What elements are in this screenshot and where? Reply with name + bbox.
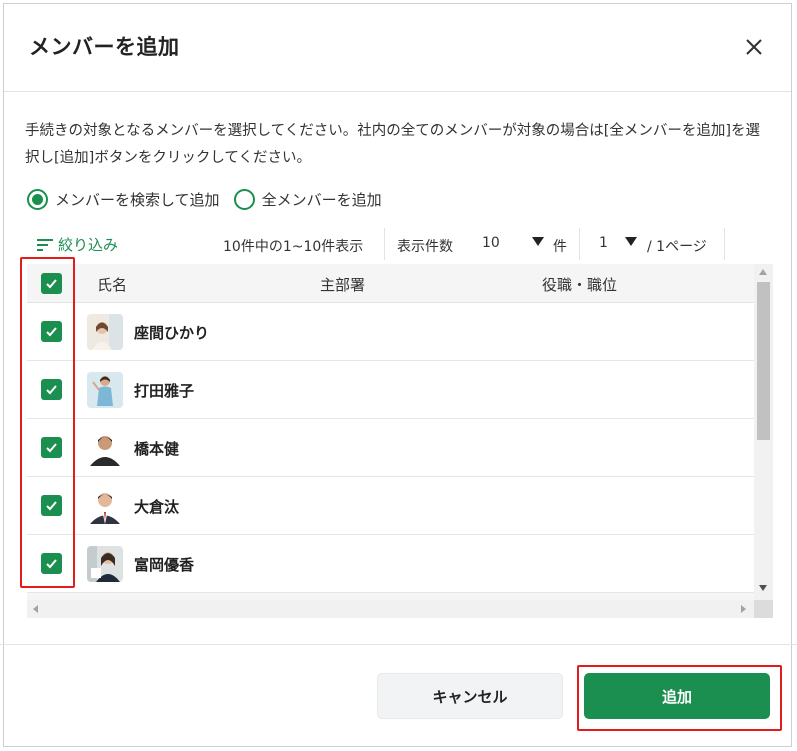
per-page-label: 表示件数 (397, 239, 453, 255)
divider (384, 228, 385, 260)
vertical-scrollbar-thumb[interactable] (757, 282, 770, 440)
filter-lines-icon (37, 238, 53, 251)
table-toolbar: 絞り込み 10件中の1~10件表示 表示件数 10 件 1 / 1ページ (27, 228, 773, 262)
radio-all-members-label: 全メンバーを追加 (261, 190, 382, 209)
avatar (87, 314, 123, 350)
per-page-select[interactable]: 10 (482, 235, 500, 251)
member-name[interactable]: 大倉汰 (134, 496, 179, 517)
filter-label[interactable]: 絞り込み (58, 234, 118, 255)
table-row[interactable]: 打田雅子 (27, 361, 754, 419)
table-header: 氏名 主部署 役職・職位 (27, 264, 754, 303)
cancel-button[interactable]: キャンセル (377, 673, 563, 719)
column-header-name[interactable]: 氏名 (97, 274, 127, 295)
avatar (87, 488, 123, 524)
dialog-description: 手続きの対象となるメンバーを選択してください。社内の全てのメンバーが対象の場合は… (25, 123, 761, 166)
radio-search-members[interactable]: メンバーを検索して追加 (27, 188, 220, 210)
table-row[interactable]: 大倉汰 (27, 477, 754, 535)
radio-unchecked-icon[interactable] (233, 188, 255, 210)
radio-all-members[interactable]: 全メンバーを追加 (233, 188, 382, 210)
add-mode-radio-group: メンバーを検索して追加 全メンバーを追加 (27, 186, 396, 212)
avatar (87, 546, 123, 582)
divider (579, 228, 580, 260)
check-icon (46, 327, 57, 337)
page-select[interactable]: 1 (599, 235, 608, 251)
page-dropdown-icon[interactable] (625, 237, 637, 246)
row-checkbox[interactable] (41, 553, 62, 574)
radio-search-members-label: メンバーを検索して追加 (55, 190, 220, 209)
select-all-checkbox[interactable] (41, 273, 62, 294)
row-checkbox[interactable] (41, 495, 62, 516)
check-icon (46, 559, 57, 569)
row-checkbox[interactable] (41, 379, 62, 400)
per-page-unit: 件 (553, 239, 567, 255)
column-header-department[interactable]: 主部署 (320, 274, 365, 295)
row-checkbox[interactable] (41, 437, 62, 458)
member-name[interactable]: 打田雅子 (134, 380, 194, 401)
table-row[interactable]: 富岡優香 (27, 535, 754, 593)
dialog-title: メンバーを追加 (29, 35, 180, 59)
check-icon (46, 385, 57, 395)
close-button[interactable] (739, 32, 769, 62)
scroll-up-icon[interactable] (759, 269, 767, 275)
column-header-position[interactable]: 役職・職位 (542, 274, 617, 295)
scrollbar-corner (754, 600, 773, 618)
table-row[interactable]: 座間ひかり (27, 303, 754, 361)
dialog-header: メンバーを追加 (4, 4, 791, 92)
member-table: 氏名 主部署 役職・職位 座間ひかり 打田雅子 橋本健 大倉汰 富岡優香 (27, 264, 773, 618)
add-button[interactable]: 追加 (584, 673, 770, 719)
filter-button[interactable]: 絞り込み (37, 234, 118, 255)
member-name[interactable]: 座間ひかり (134, 322, 209, 343)
member-name[interactable]: 富岡優香 (134, 554, 194, 575)
page-total: / 1ページ (647, 239, 707, 255)
per-page-dropdown-icon[interactable] (532, 237, 544, 246)
scroll-right-icon[interactable] (741, 605, 746, 613)
close-icon[interactable] (739, 32, 769, 62)
vertical-scrollbar[interactable] (754, 264, 773, 600)
result-count: 10件中の1~10件表示 (223, 239, 364, 255)
avatar (87, 430, 123, 466)
horizontal-scrollbar[interactable] (27, 600, 754, 618)
radio-checked-icon[interactable] (27, 188, 48, 210)
scroll-left-icon[interactable] (33, 605, 38, 613)
check-icon (46, 501, 57, 511)
divider (724, 228, 725, 260)
row-checkbox[interactable] (41, 321, 62, 342)
member-name[interactable]: 橋本健 (134, 438, 179, 459)
scroll-down-icon[interactable] (759, 585, 767, 591)
avatar (87, 372, 123, 408)
footer-divider (0, 644, 797, 645)
table-row[interactable]: 橋本健 (27, 419, 754, 477)
check-icon (46, 443, 57, 453)
check-icon (46, 279, 57, 289)
